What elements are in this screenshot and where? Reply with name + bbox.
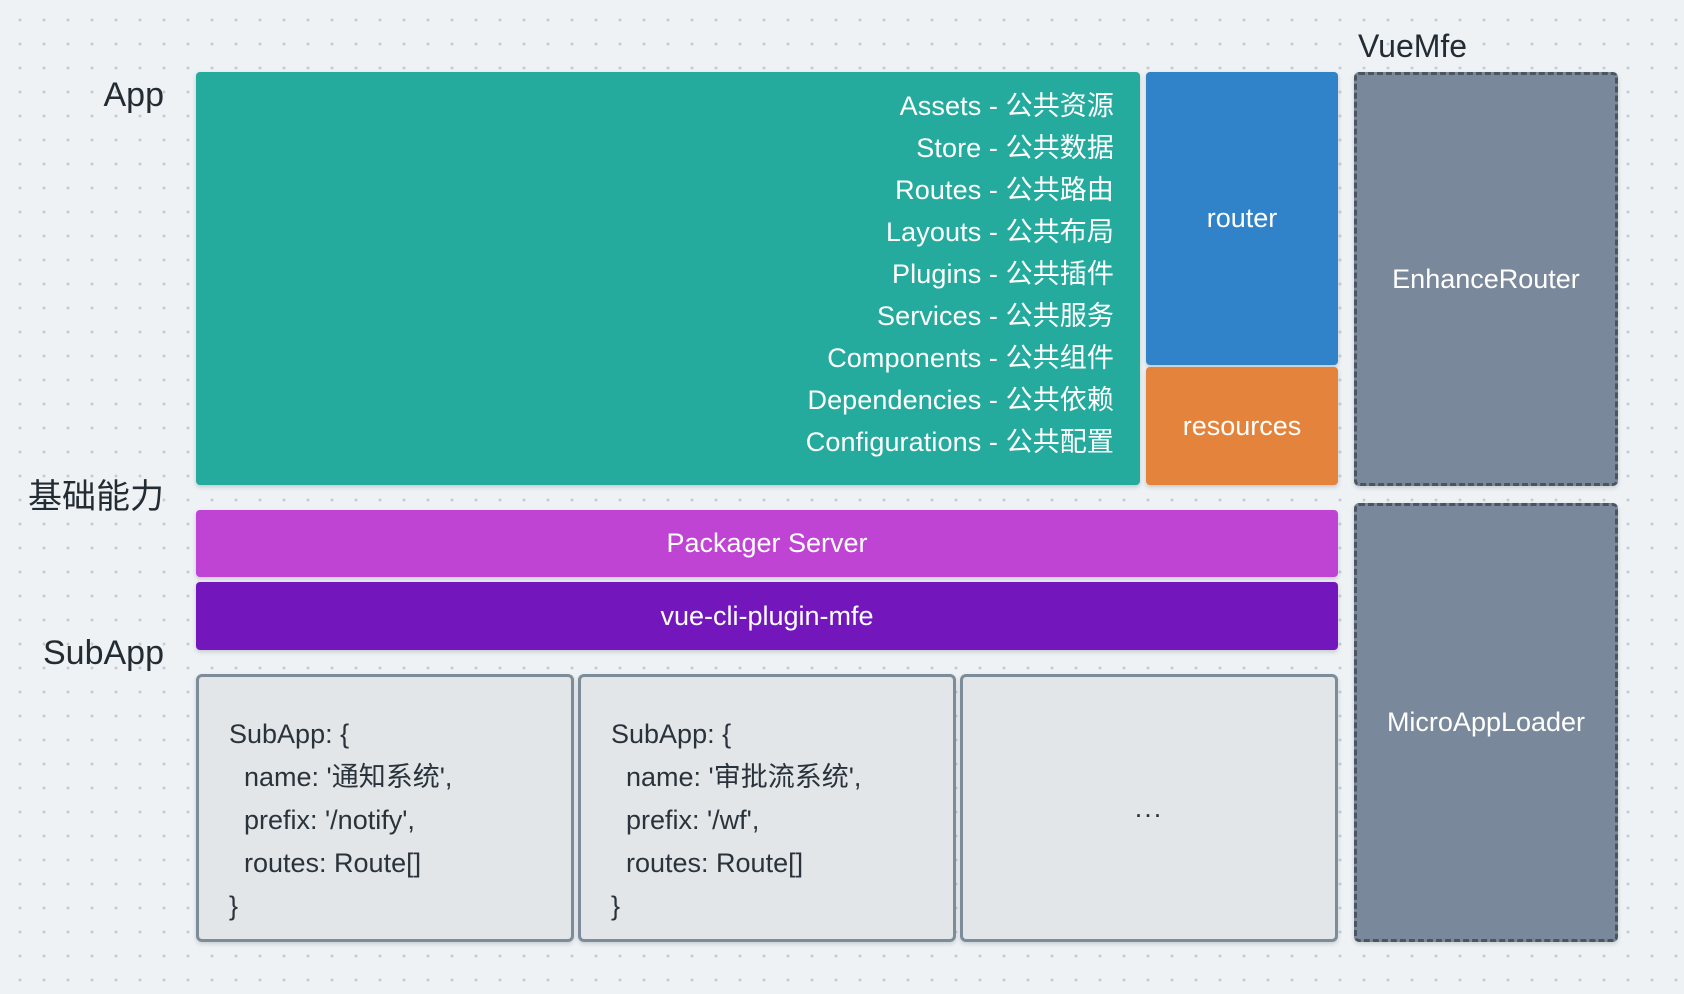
app-core-item: Layouts - 公共布局 — [886, 212, 1114, 253]
enhance-router-block: EnhanceRouter — [1354, 72, 1618, 486]
diagram-canvas: App 基础能力 SubApp VueMfe Assets - 公共资源 Sto… — [0, 0, 1684, 994]
subapp-card: SubApp: { name: '通知系统', prefix: '/notify… — [196, 674, 574, 942]
app-core-item: Store - 公共数据 — [916, 128, 1114, 169]
app-core-item: Dependencies - 公共依赖 — [807, 380, 1114, 421]
app-core-item: Plugins - 公共插件 — [892, 254, 1114, 295]
app-core-capability-list: Assets - 公共资源 Store - 公共数据 Routes - 公共路由… — [806, 86, 1114, 463]
micro-app-loader-block: MicroAppLoader — [1354, 503, 1618, 942]
app-core-item: Assets - 公共资源 — [900, 86, 1114, 127]
app-core-item: Configurations - 公共配置 — [806, 422, 1114, 463]
app-core-block: Assets - 公共资源 Store - 公共数据 Routes - 公共路由… — [196, 72, 1140, 485]
subapp-card-more: ... — [960, 674, 1338, 942]
app-core-item: Services - 公共服务 — [877, 296, 1114, 337]
packager-server-block: Packager Server — [196, 510, 1338, 577]
router-block: router — [1146, 72, 1338, 365]
subapp-more-ellipsis: ... — [1135, 795, 1164, 822]
app-core-item: Routes - 公共路由 — [895, 170, 1114, 211]
app-core-item: Components - 公共组件 — [827, 338, 1114, 379]
subapp-card: SubApp: { name: '审批流系统', prefix: '/wf', … — [578, 674, 956, 942]
vue-cli-plugin-mfe-block: vue-cli-plugin-mfe — [196, 582, 1338, 650]
row-label-base-capability: 基础能力 — [28, 480, 164, 514]
group-label-vuemfe: VueMfe — [1358, 30, 1467, 62]
resources-block: resources — [1146, 367, 1338, 485]
row-label-subapp: SubApp — [43, 636, 164, 670]
row-label-app: App — [104, 78, 165, 112]
